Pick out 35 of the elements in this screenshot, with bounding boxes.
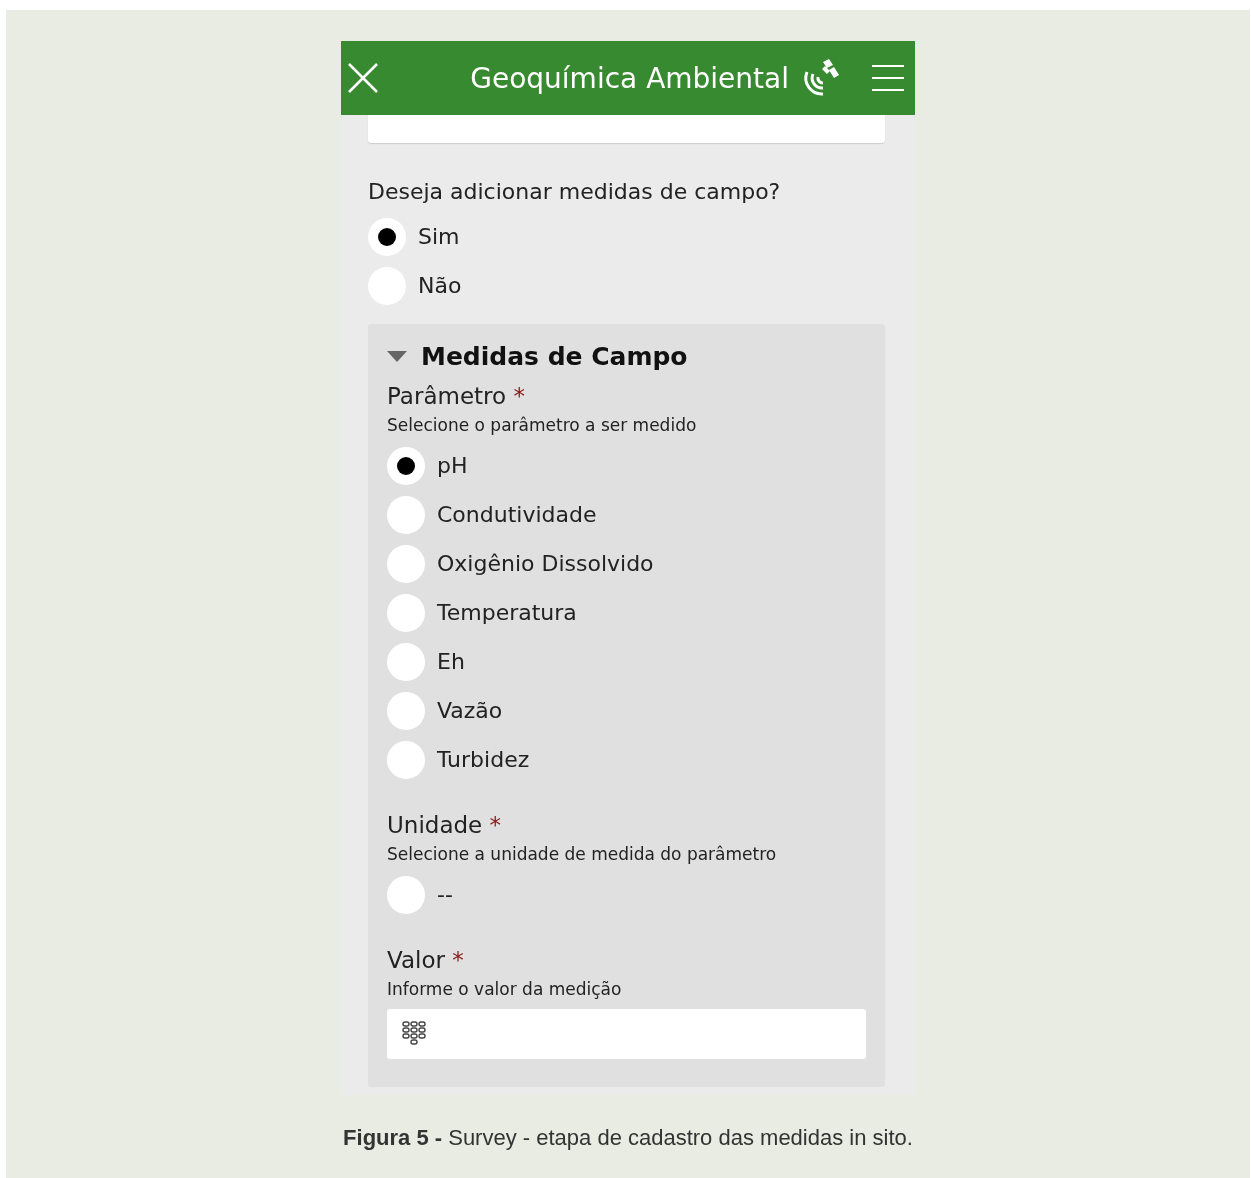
radio-button[interactable] [368,217,406,256]
radio-button[interactable] [387,544,425,583]
field-hint: Selecione a unidade de medida do parâmetro [387,844,778,864]
radio-button[interactable] [387,446,425,485]
caret-icon[interactable] [387,350,407,363]
option-label: Condutividade [437,502,597,527]
keypad-icon [401,1020,427,1048]
figure-caption: Figura 5 - Survey - etapa de cadastro das medidas in sito. [343,1125,913,1151]
close-icon[interactable] [347,62,379,94]
option-label: Turbidez [437,747,530,772]
input-field[interactable] [387,1009,866,1059]
radio-button[interactable] [387,642,425,681]
radio-button[interactable] [387,691,425,730]
option-label: Oxigênio Dissolvido [437,551,654,576]
option-label: Não [418,273,462,298]
option-label: Sim [418,224,460,249]
field-label: Parâmetro * [387,383,526,409]
radio-button[interactable] [387,593,425,632]
field-hint: Informe o valor da medição [387,979,623,999]
option-label: pH [437,453,468,478]
radio-button[interactable] [387,495,425,534]
option-label: Vazão [437,698,503,723]
section-title: Medidas de Campo [421,342,688,371]
app-title: Geoquímica Ambiental [470,61,789,95]
field-label: Unidade * [387,812,503,838]
field-label: Valor * [387,947,465,973]
radio-button[interactable] [387,875,425,914]
menu-icon[interactable] [871,63,905,93]
question-label: Deseja adicionar medidas de campo? [368,179,782,204]
field-hint: Selecione o parâmetro a ser medido [387,415,698,435]
input-field[interactable] [368,115,885,143]
option-label: -- [437,882,453,907]
option-label: Eh [437,649,465,674]
option-label: Temperatura [437,600,577,625]
radio-button[interactable] [387,740,425,779]
